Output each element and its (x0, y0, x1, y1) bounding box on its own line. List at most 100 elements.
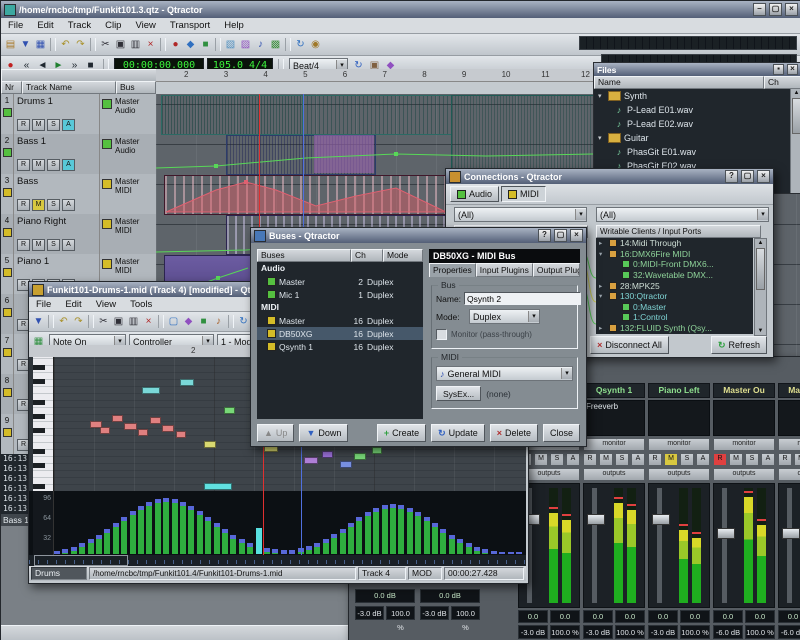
close-button[interactable]: × (757, 170, 770, 183)
toolbar-icon[interactable]: ◆ (183, 38, 198, 52)
strip-button-a[interactable]: A (761, 453, 775, 466)
track-row[interactable]: 4Piano RightRMSAMasterMIDI (1, 214, 156, 255)
outputs-button[interactable]: outputs (648, 468, 710, 481)
readable-filter-combo[interactable]: (All)▾ (454, 207, 587, 222)
editor-menu-file[interactable]: File (29, 299, 58, 310)
outputs-button[interactable]: outputs (713, 468, 775, 481)
track-button-r[interactable]: R (17, 159, 30, 171)
strip-button-r[interactable]: R (778, 453, 792, 466)
menu-item-clip[interactable]: Clip (98, 20, 128, 31)
plugin-list[interactable] (648, 400, 710, 436)
tab-properties[interactable]: Properties (429, 263, 476, 277)
pan-value[interactable]: 100.0 % (550, 625, 580, 639)
pan-value[interactable]: 100.0 % (615, 625, 645, 639)
black-key[interactable] (33, 428, 45, 433)
toolbar-icon[interactable]: ▣ (113, 38, 128, 52)
scroll-thumb[interactable] (756, 248, 765, 290)
pan-value[interactable]: 100.0 % (745, 625, 775, 639)
scroll-down-icon[interactable]: ▼ (755, 327, 766, 335)
bus-item[interactable]: DB50XG16Duplex (257, 327, 423, 340)
gain-value[interactable]: -3.0 dB (583, 625, 613, 639)
track-button-a[interactable]: A (62, 159, 75, 171)
strip-button-m[interactable]: M (729, 453, 743, 466)
port-item[interactable]: 0:MIDI-Front DMX6... (596, 259, 753, 270)
fader-handle[interactable] (587, 514, 605, 525)
delete-button[interactable]: ×Delete (490, 424, 538, 442)
toolbar-icon[interactable]: ▣ (111, 315, 126, 329)
close-button[interactable]: × (570, 229, 583, 242)
tab-audio[interactable]: Audio (450, 186, 499, 202)
black-key[interactable] (33, 414, 45, 419)
track-button-s[interactable]: S (47, 119, 60, 131)
toolbar-icon[interactable]: ▦ (33, 38, 48, 52)
toolbar-icon[interactable]: ↶ (56, 315, 71, 329)
black-key[interactable] (33, 400, 45, 405)
instrument-combo[interactable]: ♪ General MIDI▾ (436, 366, 573, 381)
toolbar-icon[interactable]: ● (168, 38, 183, 52)
fader-handle[interactable] (782, 528, 800, 539)
overview-strip[interactable] (29, 555, 526, 566)
toolbar-icon[interactable]: ↻ (293, 38, 308, 52)
tab-midi[interactable]: MIDI (501, 186, 546, 202)
track-row[interactable]: 2Bass 1RMSAMasterAudio (1, 134, 156, 175)
close-button[interactable]: × (785, 3, 798, 16)
plugin-item[interactable]: Freeverb (586, 402, 642, 411)
toolbar-icon[interactable]: ■ (198, 38, 213, 52)
velocity-pane[interactable]: 96 64 32 (29, 491, 526, 555)
close-icon[interactable]: × (787, 64, 798, 75)
strip-button-r[interactable]: R (713, 453, 727, 466)
port-item[interactable]: ▸28:MPK25 (596, 280, 753, 291)
toolbar-icon[interactable]: ✂ (96, 315, 111, 329)
tab-input-plugins[interactable]: Input Plugins (476, 263, 533, 277)
track-row[interactable]: 1Drums 1RMSAMasterAudio (1, 94, 156, 135)
mixer-strip-name[interactable]: Master Ou (713, 383, 775, 398)
strip-button-a[interactable]: A (566, 453, 580, 466)
port-item[interactable]: ▾16:DMX6Fire MIDI (596, 249, 753, 260)
toolbar-icon[interactable]: ↷ (73, 38, 88, 52)
port-item[interactable]: 1:Control (596, 312, 753, 323)
strip-button-m[interactable]: M (664, 453, 678, 466)
file-item[interactable]: ♪PhasGit E01.wav (594, 145, 790, 159)
track-button-a[interactable]: A (62, 199, 75, 211)
toolbar-icon[interactable]: ▨ (238, 38, 253, 52)
strip-button-r[interactable]: R (648, 453, 662, 466)
maximize-button[interactable]: ▢ (554, 229, 567, 242)
toolbar-icon[interactable]: ■ (196, 315, 211, 329)
toolbar-icon[interactable]: ▧ (223, 38, 238, 52)
strip-button-r[interactable]: R (583, 453, 597, 466)
overview-viewport[interactable] (34, 555, 128, 566)
gain-value[interactable]: -6.0 dB (778, 625, 800, 639)
file-item[interactable]: ♪P-Lead E01.wav (594, 103, 790, 117)
editor-menu-view[interactable]: View (89, 299, 123, 310)
black-key[interactable] (33, 449, 45, 454)
toolbar-icon[interactable]: ▥ (128, 38, 143, 52)
toolbar-icon[interactable]: ↻ (236, 315, 251, 329)
menu-item-file[interactable]: File (1, 20, 30, 31)
maximize-button[interactable]: ▢ (769, 3, 782, 16)
create-button[interactable]: +Create (377, 424, 426, 442)
fader-handle[interactable] (652, 514, 670, 525)
port-item[interactable]: ▸14:Midi Through (596, 238, 753, 249)
menu-item-edit[interactable]: Edit (30, 20, 60, 31)
strip-button-s[interactable]: S (550, 453, 564, 466)
sysex-button[interactable]: SysEx... (436, 386, 481, 401)
close-dialog-button[interactable]: Close (543, 424, 580, 442)
up-button[interactable]: ▲Up (257, 424, 294, 442)
track-button-s[interactable]: S (47, 239, 60, 251)
folder-item[interactable]: ▾Guitar (594, 131, 790, 145)
track-button-a[interactable]: A (62, 119, 75, 131)
bus-name-input[interactable] (464, 292, 581, 305)
toolbar-icon[interactable]: ♪ (253, 38, 268, 52)
gain-value[interactable]: -3.0 dB (355, 606, 384, 620)
toolbar-icon[interactable]: × (143, 38, 158, 52)
toolbar-icon[interactable]: ▼ (31, 315, 46, 329)
toolbar-icon[interactable]: ▤ (3, 38, 18, 52)
help-button[interactable]: ? (538, 229, 551, 242)
toolbar-icon[interactable]: ◆ (181, 315, 196, 329)
track-button-m[interactable]: M (32, 199, 45, 211)
gain-value[interactable]: -6.0 dB (713, 625, 743, 639)
strip-button-s[interactable]: S (615, 453, 629, 466)
black-key[interactable] (33, 365, 45, 370)
disconnect-all-button[interactable]: × Disconnect All (590, 336, 669, 354)
menu-item-help[interactable]: Help (217, 20, 251, 31)
